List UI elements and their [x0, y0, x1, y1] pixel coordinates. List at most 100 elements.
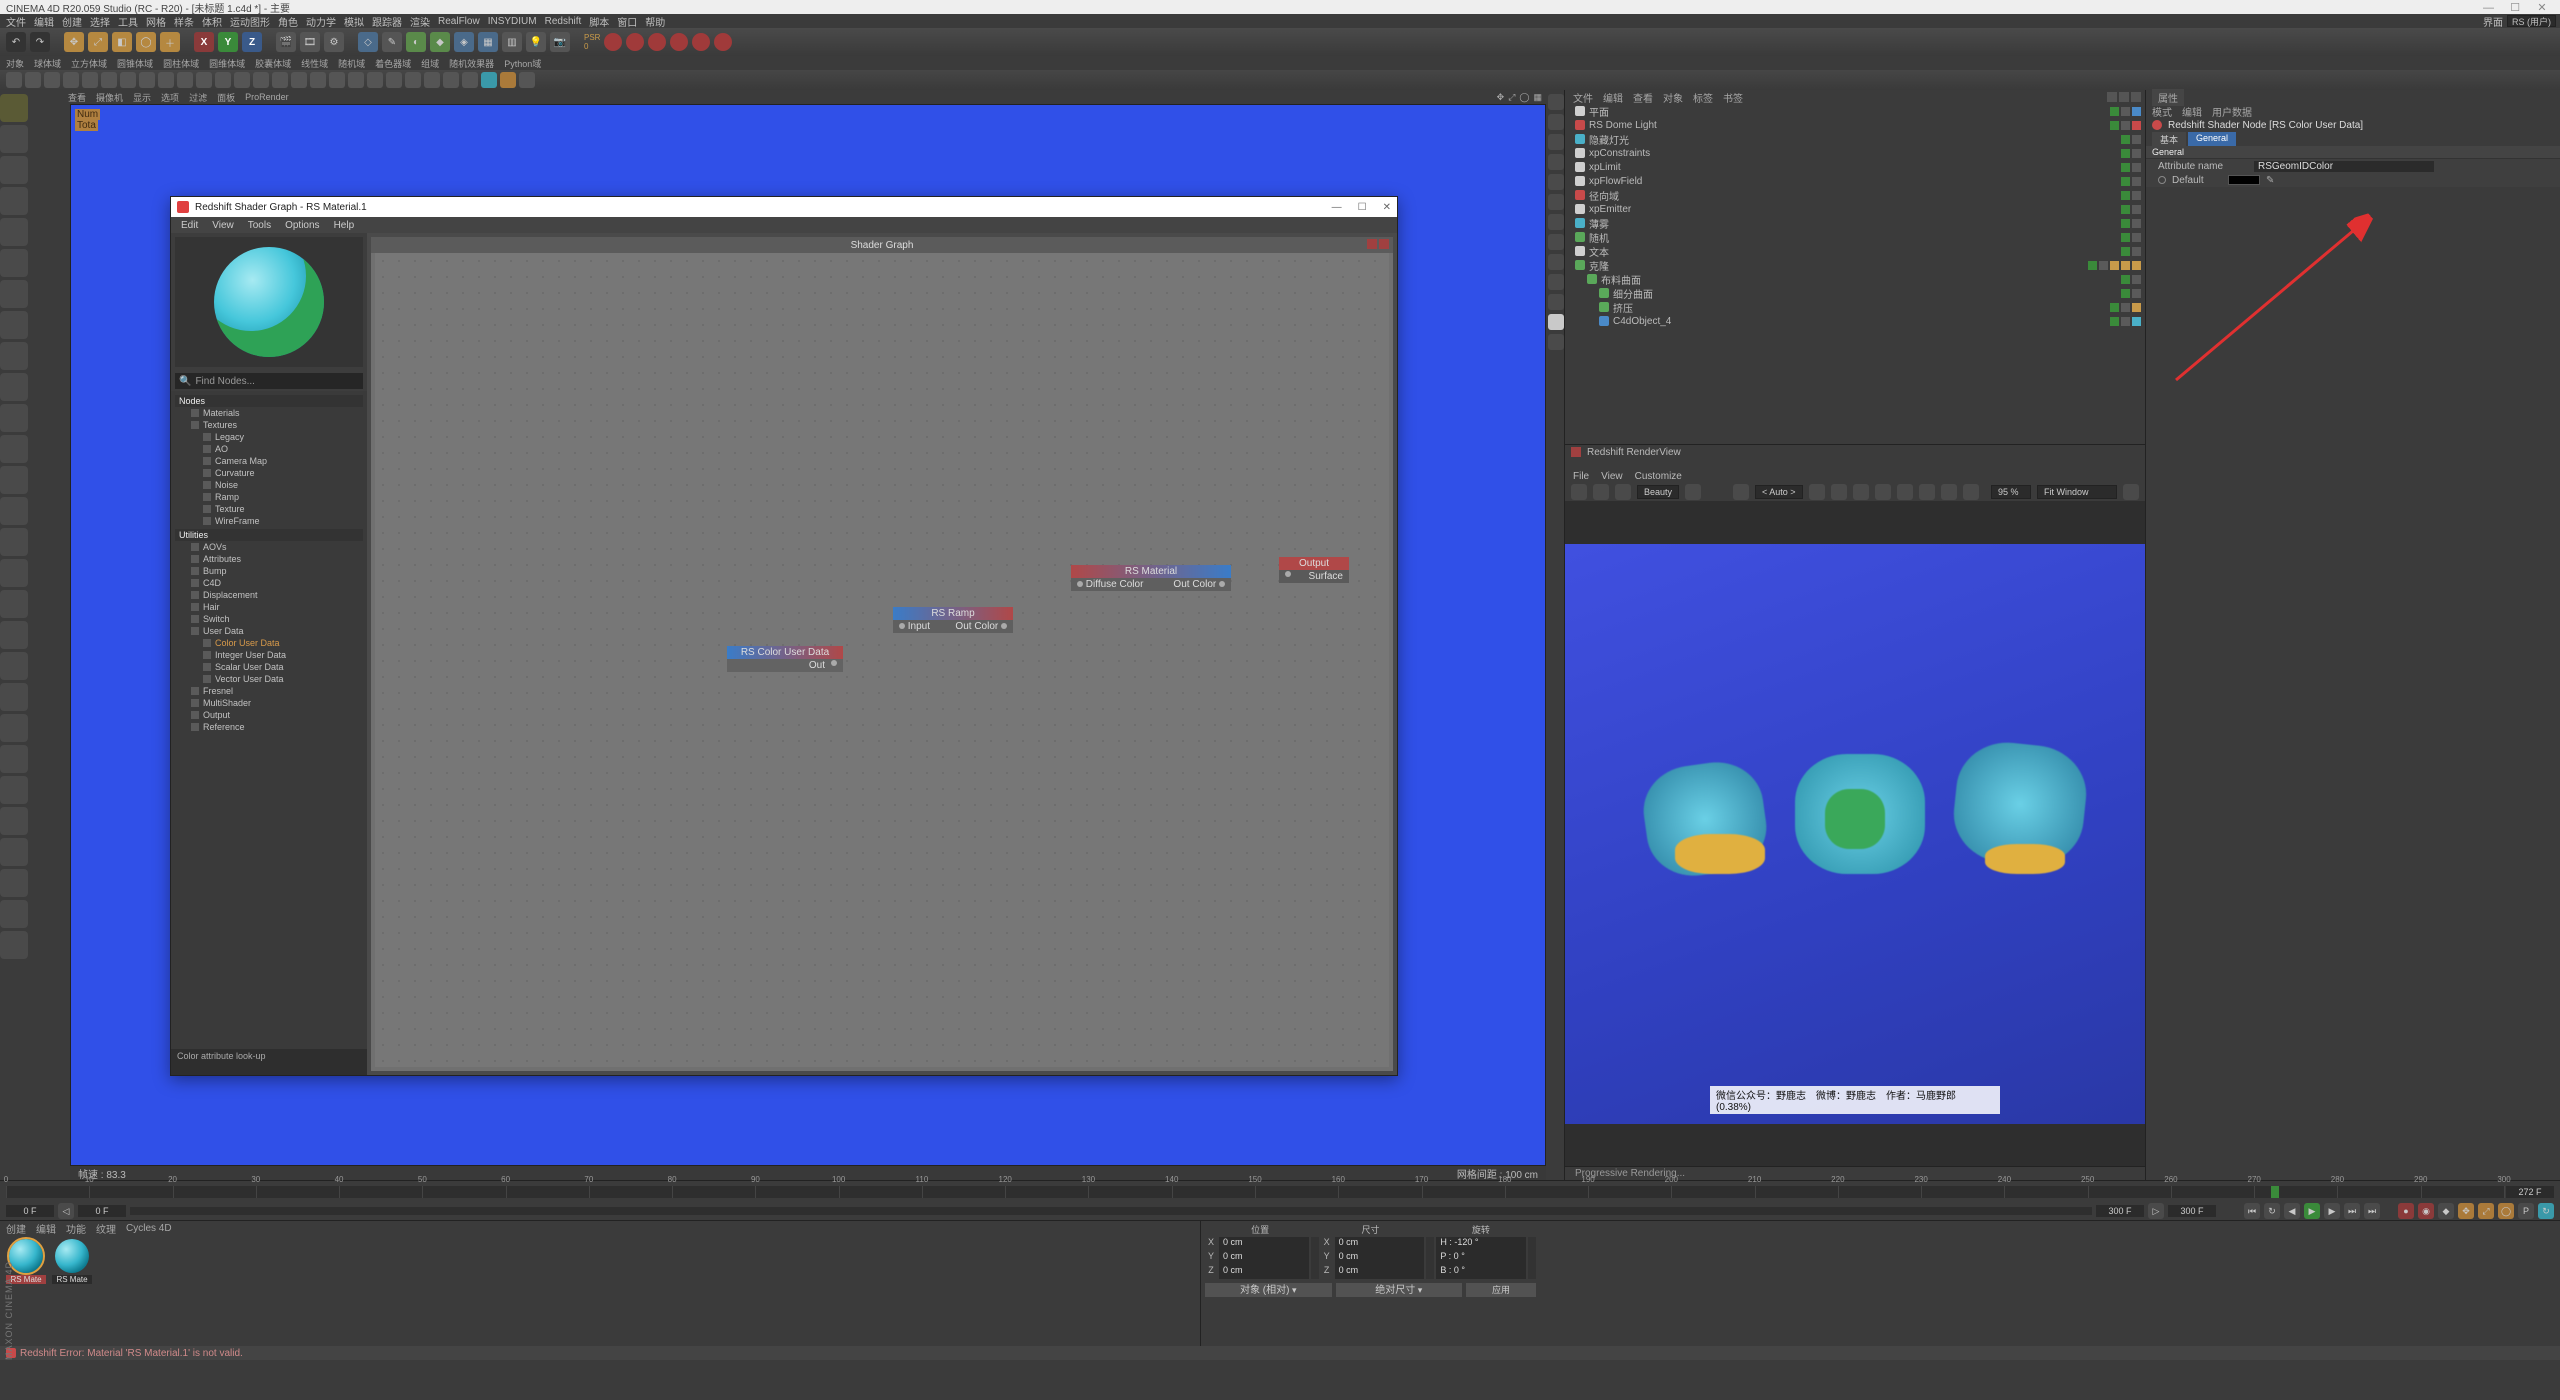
tool-icon[interactable]: [348, 72, 364, 88]
rv-grid-icon[interactable]: [1831, 484, 1847, 500]
tree-item[interactable]: Color User Data: [175, 637, 363, 649]
om-tool-icon[interactable]: [2119, 92, 2129, 102]
tl-icon[interactable]: ◁: [58, 1203, 74, 1219]
vp-icon[interactable]: [1548, 314, 1564, 330]
tab[interactable]: 圆维体域: [209, 57, 245, 70]
rotation-input[interactable]: B : 0 °: [1436, 1265, 1526, 1279]
om-tool-icon[interactable]: [2107, 92, 2117, 102]
node-header[interactable]: RS Material: [1071, 565, 1231, 578]
visibility-toggle[interactable]: [2132, 275, 2141, 284]
key-icon[interactable]: ⤢: [2478, 1203, 2494, 1219]
key-icon[interactable]: ◯: [2498, 1203, 2514, 1219]
object-row[interactable]: 薄雾: [1565, 216, 2145, 230]
mode-icon[interactable]: [0, 683, 28, 711]
tool-icon[interactable]: ⤢: [88, 32, 108, 52]
node-color-user-data[interactable]: RS Color User Data Out: [727, 646, 843, 672]
tool-icon[interactable]: [234, 72, 250, 88]
mat-tab[interactable]: 编辑: [36, 1221, 56, 1236]
win-close-icon[interactable]: ✕: [1383, 202, 1391, 213]
rv-aov-select[interactable]: Beauty: [1637, 485, 1679, 499]
object-row[interactable]: 布料曲面: [1565, 272, 2145, 286]
am-tab[interactable]: 编辑: [2182, 104, 2202, 119]
canvas-tool-icon[interactable]: [1367, 239, 1377, 249]
menu-item[interactable]: 角色: [278, 14, 298, 29]
qr-icon[interactable]: [481, 72, 497, 88]
tree-item[interactable]: Displacement: [175, 589, 363, 601]
visibility-toggle[interactable]: [2132, 135, 2141, 144]
tool-icon[interactable]: 📷: [550, 32, 570, 52]
tool-icon[interactable]: [424, 72, 440, 88]
canvas-tool-icon[interactable]: [1379, 239, 1389, 249]
visibility-toggle[interactable]: [2121, 121, 2130, 130]
next-icon[interactable]: ▶: [2324, 1203, 2340, 1219]
port-icon[interactable]: [2158, 176, 2166, 184]
visibility-toggle[interactable]: [2110, 107, 2119, 116]
tool-icon[interactable]: ◐: [406, 32, 426, 52]
layout-select[interactable]: RS (用户): [2507, 15, 2556, 27]
vp-icon[interactable]: [1548, 294, 1564, 310]
rv-play-icon[interactable]: [1593, 484, 1609, 500]
tool-icon[interactable]: [367, 72, 383, 88]
menu-item[interactable]: 网格: [146, 14, 166, 29]
node-header[interactable]: RS Ramp: [893, 607, 1013, 620]
mode-icon[interactable]: [0, 435, 28, 463]
position-input[interactable]: 0 cm: [1219, 1265, 1309, 1279]
tool-icon[interactable]: ✎: [382, 32, 402, 52]
shader-canvas[interactable]: Shader Graph RS Color User Data Out RS R…: [371, 237, 1393, 1071]
visibility-toggle[interactable]: [2110, 121, 2119, 130]
tool-icon[interactable]: ◆: [430, 32, 450, 52]
tool-icon[interactable]: [272, 72, 288, 88]
visibility-toggle[interactable]: [2121, 163, 2130, 172]
tool-icon[interactable]: [310, 72, 326, 88]
key-icon[interactable]: ✥: [2458, 1203, 2474, 1219]
om-tab[interactable]: 书签: [1723, 90, 1743, 105]
object-row[interactable]: xpConstraints: [1565, 146, 2145, 160]
object-row[interactable]: xpLimit: [1565, 160, 2145, 174]
mat-tab[interactable]: 纹理: [96, 1221, 116, 1236]
tool-icon[interactable]: [44, 72, 60, 88]
tree-item[interactable]: Legacy: [175, 431, 363, 443]
tree-item[interactable]: Camera Map: [175, 455, 363, 467]
mode-icon[interactable]: [0, 94, 28, 122]
tree-item[interactable]: Output: [175, 709, 363, 721]
tree-item[interactable]: MultiShader: [175, 697, 363, 709]
tab[interactable]: 圆锥体域: [117, 57, 153, 70]
object-row[interactable]: C4dObject_4: [1565, 314, 2145, 328]
menu-item[interactable]: 工具: [118, 14, 138, 29]
position-input[interactable]: 0 cm: [1219, 1251, 1309, 1265]
rotation-input[interactable]: H : -120 °: [1436, 1237, 1526, 1251]
object-row[interactable]: RS Dome Light: [1565, 118, 2145, 132]
win-min-icon[interactable]: —: [2476, 2, 2500, 14]
tool-icon[interactable]: [158, 72, 174, 88]
prim-icon[interactable]: ◇: [358, 32, 378, 52]
axis-y-icon[interactable]: Y: [218, 32, 238, 52]
mode-icon[interactable]: [0, 590, 28, 618]
node-output[interactable]: Output Surface: [1279, 557, 1349, 583]
tree-item[interactable]: Curvature: [175, 467, 363, 479]
mode-icon[interactable]: [0, 559, 28, 587]
vp-nav-icon[interactable]: ⤢: [1508, 92, 1515, 103]
tree-item[interactable]: AOVs: [175, 541, 363, 553]
size-input[interactable]: 0 cm: [1335, 1265, 1425, 1279]
rv-icon[interactable]: [1875, 484, 1891, 500]
mode-icon[interactable]: [0, 249, 28, 277]
win-close-icon[interactable]: ✕: [2530, 1, 2554, 14]
vp-icon[interactable]: [1548, 114, 1564, 130]
tree-item[interactable]: Fresnel: [175, 685, 363, 697]
rv-menu-item[interactable]: File: [1573, 471, 1589, 482]
tab[interactable]: 着色器域: [375, 57, 411, 70]
tool-icon[interactable]: [405, 72, 421, 88]
mode-icon[interactable]: [0, 869, 28, 897]
coord-size-select[interactable]: 绝对尺寸 ▾: [1336, 1283, 1463, 1297]
node-material[interactable]: RS Material Diffuse ColorOut Color: [1071, 565, 1231, 591]
rec-icon[interactable]: [604, 33, 622, 51]
vp-icon[interactable]: [1548, 134, 1564, 150]
visibility-toggle[interactable]: [2121, 247, 2130, 256]
mode-icon[interactable]: [0, 156, 28, 184]
tool-icon[interactable]: [120, 72, 136, 88]
menu-item[interactable]: 选择: [90, 14, 110, 29]
menu-item[interactable]: 文件: [6, 14, 26, 29]
tool-icon[interactable]: [196, 72, 212, 88]
am-tab[interactable]: 用户数据: [2212, 104, 2252, 119]
visibility-toggle[interactable]: [2121, 177, 2130, 186]
